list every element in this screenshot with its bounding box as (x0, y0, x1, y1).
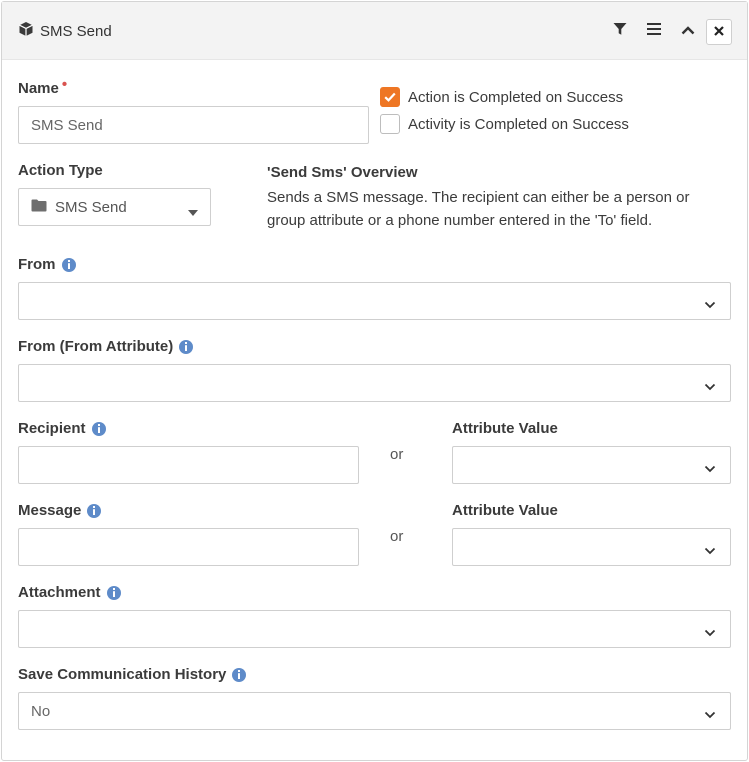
or-text: or (390, 528, 404, 545)
name-input[interactable]: SMS Send (18, 106, 369, 144)
save-history-label: Save Communication History (18, 666, 247, 683)
filter-icon (613, 22, 627, 41)
attachment-label: Attachment (18, 584, 121, 601)
recipient-label: Recipient (18, 420, 106, 437)
cube-icon (18, 21, 34, 42)
panel-header: SMS Send (2, 2, 747, 60)
chevron-down-icon (704, 460, 716, 477)
from-attribute-label-text: From (From Attribute) (18, 338, 174, 355)
caret-down-icon (188, 203, 198, 220)
message-attribute-label-text: Attribute Value (452, 502, 558, 519)
chevron-down-icon (704, 296, 716, 313)
folder-icon (31, 199, 47, 216)
workflow-action-panel: SMS Send Name • SMS Send Action is Compl… (1, 1, 748, 761)
name-input-value: SMS Send (31, 116, 103, 134)
chevron-down-icon (704, 624, 716, 641)
required-indicator: • (61, 76, 68, 93)
info-icon[interactable] (106, 585, 121, 600)
info-icon[interactable] (91, 421, 106, 436)
save-history-select[interactable]: No (18, 692, 731, 730)
chevron-down-icon (704, 542, 716, 559)
check-icon (384, 92, 396, 102)
name-label-text: Name (18, 80, 59, 97)
overview-text: Sends a SMS message. The recipient can e… (267, 189, 690, 229)
menu-icon (647, 22, 661, 40)
attachment-label-text: Attachment (18, 584, 101, 601)
action-type-label: Action Type (18, 162, 103, 179)
action-type-value-text: SMS Send (55, 198, 127, 216)
recipient-attribute-label-text: Attribute Value (452, 420, 558, 437)
activity-completed-checkbox[interactable]: Activity is Completed on Success (380, 114, 629, 134)
save-history-label-text: Save Communication History (18, 666, 227, 683)
info-icon[interactable] (179, 339, 194, 354)
chevron-down-icon (704, 378, 716, 395)
filter-button[interactable] (608, 19, 632, 43)
recipient-attribute-select[interactable] (452, 446, 731, 484)
panel-title-text: SMS Send (40, 23, 112, 40)
action-type-value: SMS Send (31, 199, 127, 216)
menu-button[interactable] (642, 19, 666, 43)
save-history-select-value: No (31, 702, 51, 720)
action-completed-checkbox[interactable]: Action is Completed on Success (380, 87, 623, 107)
recipient-input[interactable] (18, 446, 359, 484)
activity-completed-label: Activity is Completed on Success (408, 115, 629, 133)
chevron-up-icon (681, 22, 695, 40)
info-icon[interactable] (232, 667, 247, 682)
close-icon (714, 23, 724, 41)
action-completed-label: Action is Completed on Success (408, 88, 624, 106)
recipient-attribute-label: Attribute Value (452, 420, 558, 437)
recipient-label-text: Recipient (18, 420, 86, 437)
from-attribute-label: From (From Attribute) (18, 338, 194, 355)
panel-title: SMS Send (18, 21, 112, 42)
message-attribute-label: Attribute Value (452, 502, 558, 519)
chevron-down-icon (704, 706, 716, 723)
collapse-button[interactable] (676, 19, 700, 43)
info-icon[interactable] (61, 257, 76, 272)
close-button[interactable] (706, 19, 732, 45)
or-text: or (390, 446, 404, 463)
message-attribute-select[interactable] (452, 528, 731, 566)
name-label: Name • (18, 76, 67, 97)
message-label: Message (18, 502, 102, 519)
from-select[interactable] (18, 282, 731, 320)
info-icon[interactable] (87, 503, 102, 518)
from-attribute-select[interactable] (18, 364, 731, 402)
message-input[interactable] (18, 528, 359, 566)
checkbox-checked[interactable] (380, 87, 400, 107)
overview-title: 'Send Sms' Overview (267, 164, 418, 181)
action-type-picker[interactable]: SMS Send (18, 188, 211, 226)
action-type-label-text: Action Type (18, 162, 103, 179)
from-label: From (18, 256, 76, 273)
checkbox-unchecked[interactable] (380, 114, 400, 134)
attachment-select[interactable] (18, 610, 731, 648)
message-label-text: Message (18, 502, 82, 519)
from-label-text: From (18, 256, 56, 273)
